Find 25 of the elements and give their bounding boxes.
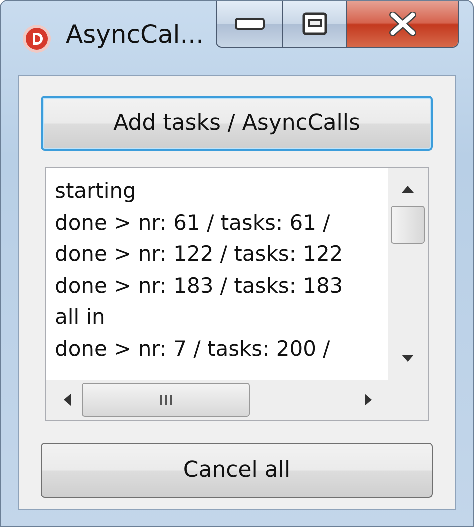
log-line: done > nr: 183 / tasks: 183 (55, 272, 344, 300)
close-button[interactable] (347, 1, 458, 47)
scroll-thumb[interactable] (82, 383, 250, 417)
scroll-left-icon[interactable] (62, 393, 72, 407)
log-line: all in (55, 304, 106, 331)
log-line: done > nr: 61 / tasks: 61 / (55, 210, 330, 236)
add-tasks-button[interactable]: Add tasks / AsyncCalls (41, 96, 433, 151)
scroll-thumb[interactable] (391, 206, 425, 244)
log-line: starting (55, 178, 136, 205)
horizontal-scrollbar[interactable] (46, 380, 388, 420)
cancel-button[interactable]: Cancel all (41, 443, 433, 498)
minimize-button[interactable] (217, 1, 283, 47)
close-icon (388, 12, 416, 36)
vertical-scrollbar[interactable] (388, 168, 428, 380)
window-title: AsyncCal... (66, 20, 204, 49)
scroll-right-icon[interactable] (364, 393, 374, 407)
log-line: done > nr: 7 / tasks: 200 / (55, 336, 330, 362)
scroll-down-icon[interactable] (401, 354, 415, 364)
app-icon (22, 24, 52, 54)
grip-icon (158, 395, 174, 405)
log-line: done > nr: 122 / tasks: 122 (55, 241, 344, 268)
maximize-icon (302, 12, 328, 36)
maximize-button[interactable] (283, 1, 347, 47)
scroll-up-icon[interactable] (401, 184, 415, 194)
minimize-icon (234, 18, 264, 30)
